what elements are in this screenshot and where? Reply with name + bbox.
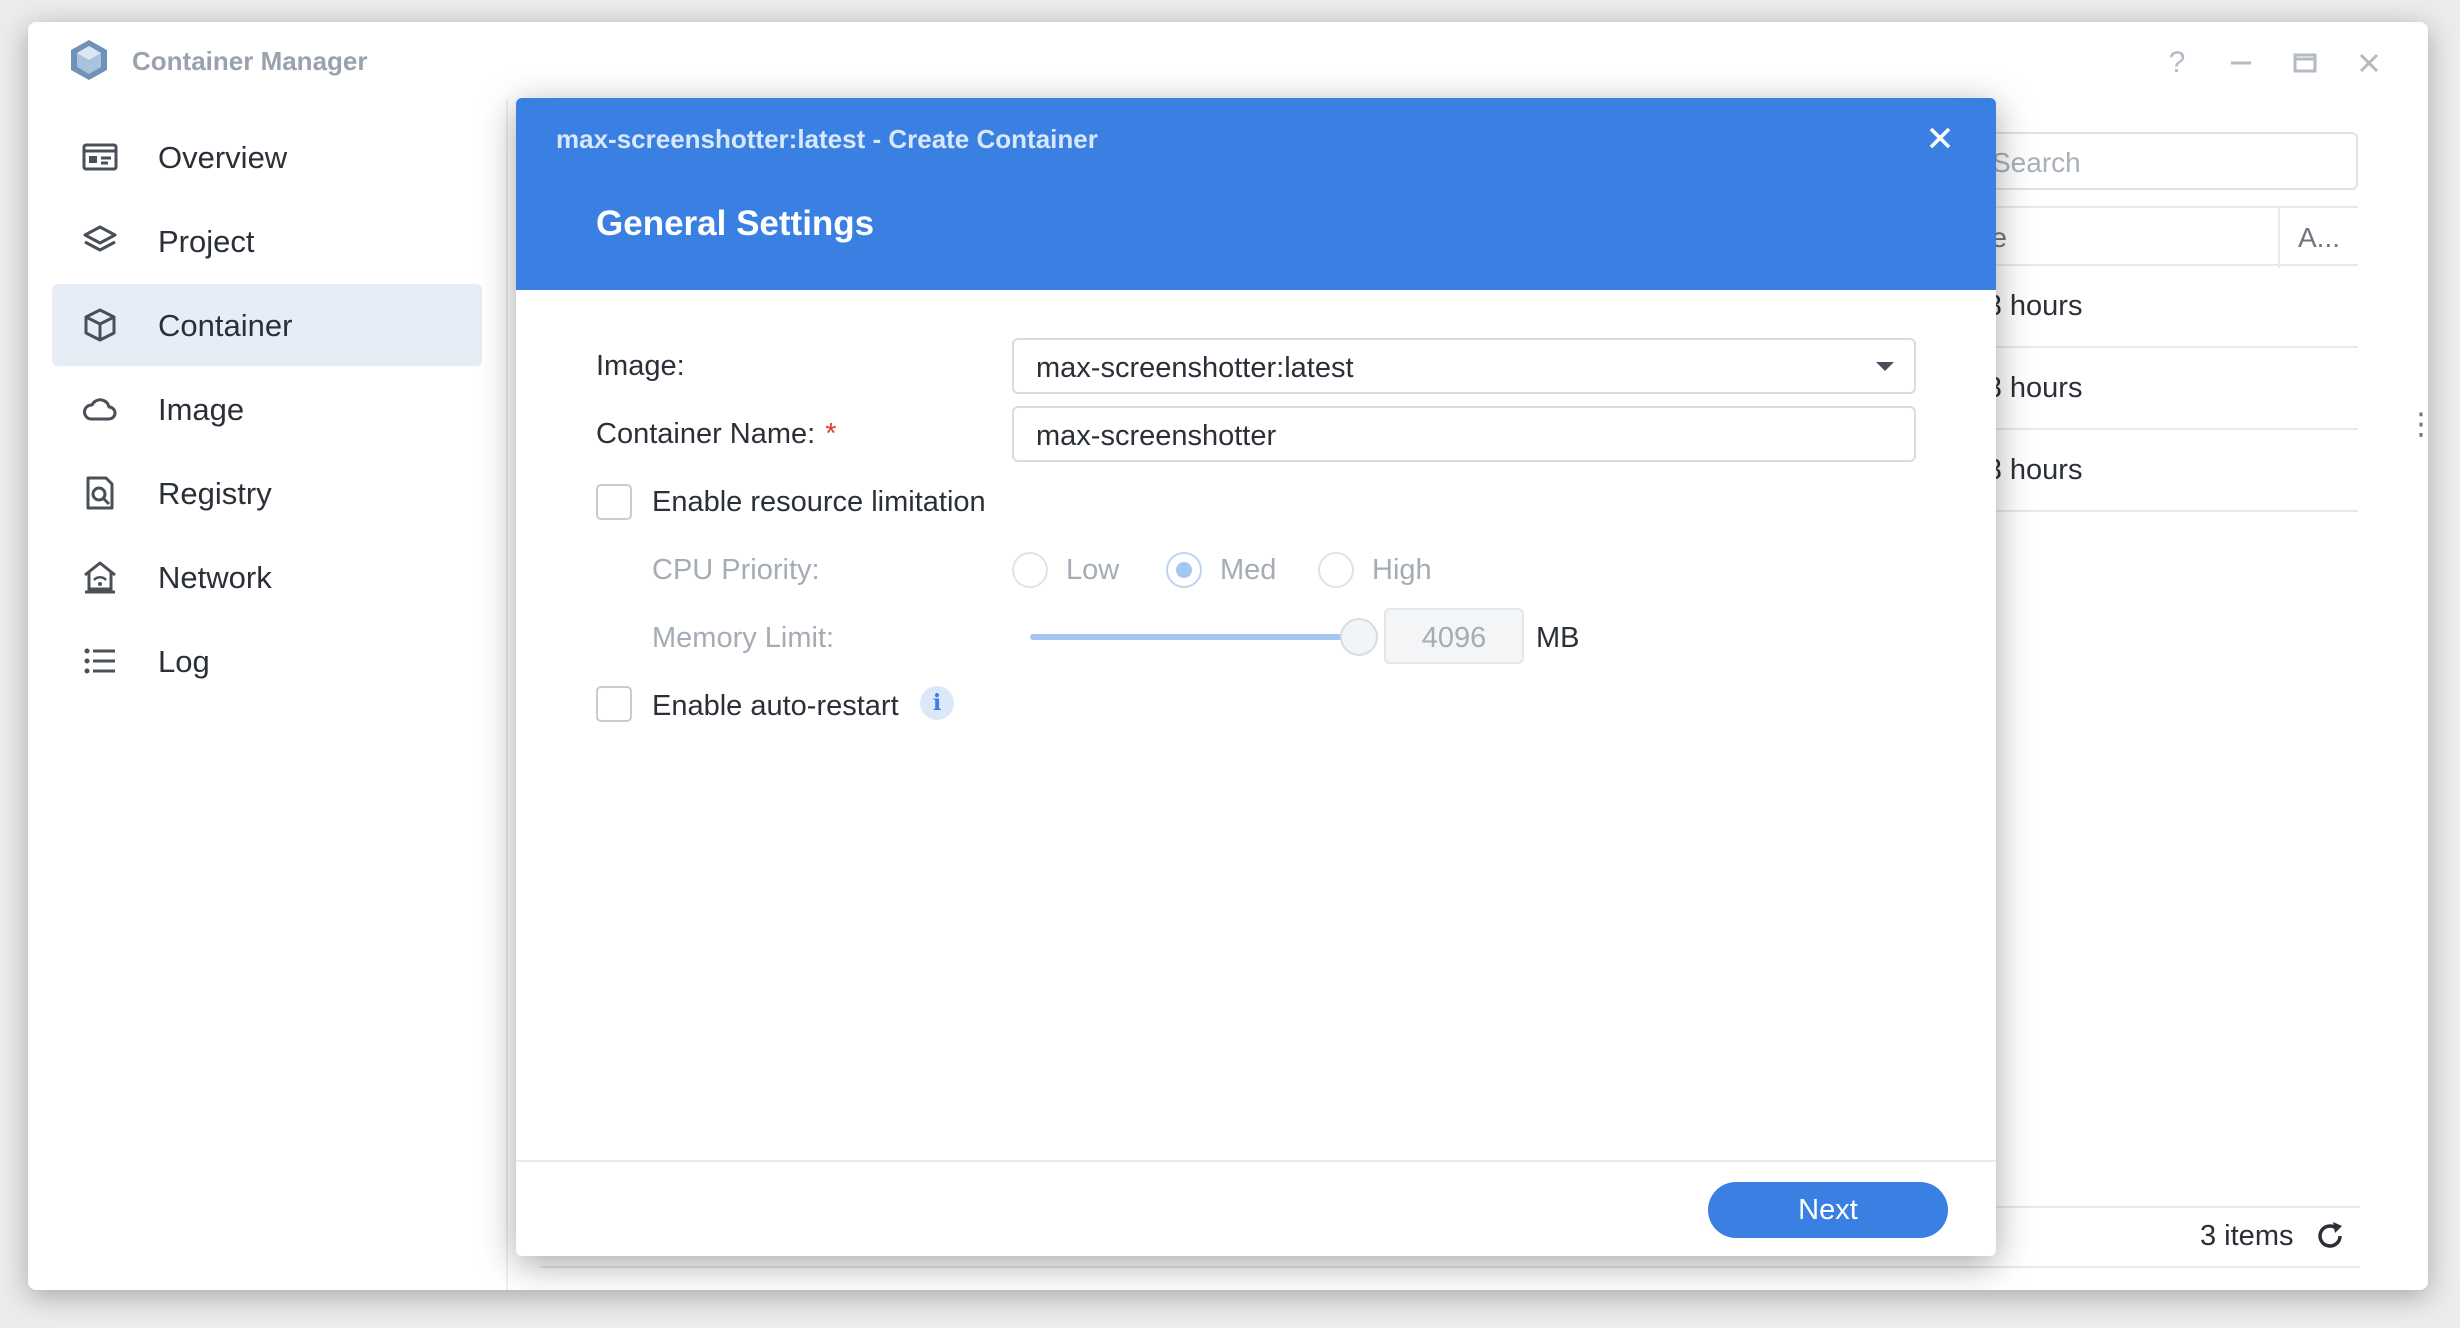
container-manager-logo-icon [71,40,107,80]
memory-limit-input[interactable]: 4096 [1384,608,1524,664]
cpu-high-label: High [1372,554,1432,586]
dialog-close-icon[interactable] [1924,122,1956,154]
column-header-a[interactable]: A... [2298,222,2340,254]
cpu-low-label: Low [1066,554,1120,586]
cpu-priority-label: CPU Priority: [652,554,820,586]
table-row[interactable]: r 8 hours [1968,348,2358,430]
memory-limit-value: 4096 [1421,622,1487,654]
container-name-label: Container Name: * [596,418,837,451]
sidebar-item-network[interactable]: Network [52,536,482,618]
image-select[interactable]: max-screenshotter:latest [1012,338,1916,394]
registry-icon [86,476,114,510]
sidebar-item-project[interactable]: Project [52,200,482,282]
help-icon[interactable]: ? [2158,44,2196,82]
table-row[interactable]: r 8 hours [1968,266,2358,348]
container-name-label-text: Container Name: [596,418,816,450]
auto-restart-label[interactable]: Enable auto-restart [652,690,899,723]
close-icon[interactable] [2350,44,2388,82]
project-layers-icon [83,225,117,252]
refresh-icon[interactable] [2312,1218,2348,1254]
auto-restart-checkbox[interactable] [596,686,632,722]
table-row[interactable]: r 8 hours [1968,430,2358,512]
column-divider [2278,208,2280,268]
resource-limit-checkbox[interactable] [596,484,632,520]
memory-limit-label: Memory Limit: [652,622,835,654]
sidebar-item-registry[interactable]: Registry [52,452,482,534]
container-name-value: max-screenshotter [1036,420,1277,452]
sidebar-item-overview[interactable]: Overview [52,116,482,198]
table-header: me A... [1968,206,2358,268]
cloud-icon [83,398,117,421]
image-label: Image: [596,350,685,382]
memory-slider-thumb[interactable] [1340,618,1378,656]
app-title: Container Manager [132,46,368,76]
chevron-down-icon [1876,362,1894,371]
minimize-icon[interactable] [2222,44,2260,82]
list-icon [84,648,115,674]
search-placeholder: Search [1992,147,2081,178]
sidebar-item-label: Log [158,644,210,679]
overview-icon [82,143,118,171]
sidebar-item-image[interactable]: Image [52,368,482,450]
image-select-value: max-screenshotter:latest [1036,352,1354,384]
sidebar-item-label: Registry [158,476,272,511]
container-cube-icon [84,308,116,342]
sidebar-item-label: Project [158,224,255,259]
next-button[interactable]: Next [1708,1182,1948,1238]
network-home-icon [84,561,116,594]
sidebar: Overview Project Container Image Registr… [28,100,508,1290]
cpu-low-radio[interactable] [1012,552,1048,588]
section-title: General Settings [596,204,875,243]
dialog-title: max-screenshotter:latest - Create Contai… [556,124,1098,154]
footer-divider [540,1266,2360,1268]
info-icon[interactable]: i [920,686,954,720]
item-count: 3 items [2200,1220,2294,1252]
app-window: Container Manager ? Overview Project Con… [28,22,2428,1290]
container-name-input[interactable]: max-screenshotter [1012,406,1916,462]
cpu-med-label: Med [1220,554,1277,586]
sidebar-item-label: Container [158,308,293,343]
dialog-footer-divider [516,1160,1996,1162]
sidebar-item-label: Network [158,560,272,595]
cpu-med-radio[interactable] [1166,552,1202,588]
memory-unit-label: MB [1536,622,1580,654]
title-bar: Container Manager ? [28,22,2428,100]
dialog-header: max-screenshotter:latest - Create Contai… [516,98,1996,290]
resource-limit-label[interactable]: Enable resource limitation [652,486,986,519]
create-container-dialog: max-screenshotter:latest - Create Contai… [516,98,1996,1256]
sidebar-item-label: Overview [158,140,288,175]
required-marker: * [825,418,837,450]
cpu-high-radio[interactable] [1318,552,1354,588]
sidebar-item-container[interactable]: Container [52,284,482,366]
sidebar-item-log[interactable]: Log [52,620,482,702]
maximize-icon[interactable] [2286,44,2324,82]
sidebar-item-label: Image [158,392,245,427]
column-options-icon[interactable]: ⋮ [2406,410,2428,440]
memory-slider-track[interactable] [1030,634,1360,640]
